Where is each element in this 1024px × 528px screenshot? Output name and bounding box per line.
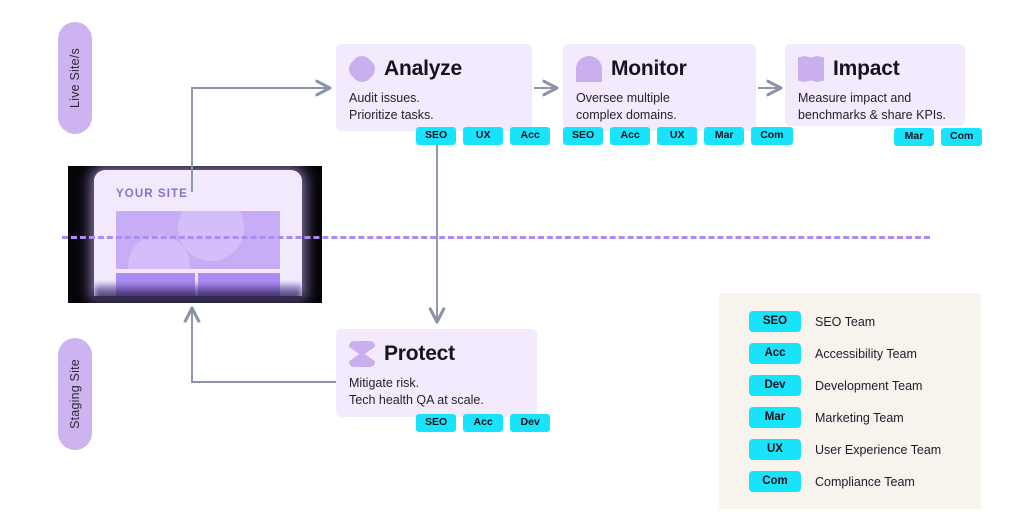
legend-chip: SEO [749,311,801,332]
team-chips-impact: Mar Com [894,128,983,146]
team-chip[interactable]: Mar [894,128,934,146]
legend-row: SEO SEO Team [749,311,875,332]
team-chip[interactable]: Acc [610,127,651,145]
legend-chip: Dev [749,375,801,396]
legend-chip: Mar [749,407,801,428]
card-description-impact: Measure impact and benchmarks & share KP… [798,91,946,122]
arch-icon [576,56,602,82]
card-description-protect: Mitigate risk. Tech health QA at scale. [349,376,484,407]
card-title-analyze: Analyze [384,57,462,80]
team-chip[interactable]: UX [657,127,698,145]
hourglass-icon [349,341,375,367]
legend-chip: Com [749,471,801,492]
arrow-protect-to-site [192,308,336,383]
team-chip[interactable]: Acc [510,127,551,145]
card-title-impact: Impact [833,57,900,80]
legend-chip: UX [749,439,801,460]
legend-row: Acc Accessibility Team [749,343,917,364]
legend-label: Development Team [815,378,923,393]
card-description-analyze: Audit issues. Prioritize tasks. [349,91,434,122]
clover-icon [349,56,375,82]
team-chip[interactable]: SEO [563,127,604,145]
legend-label: Marketing Team [815,410,904,425]
team-chips-monitor: SEO Acc UX Mar Com [563,127,793,145]
team-chip[interactable]: Dev [510,414,551,432]
legend-row: UX User Experience Team [749,439,941,460]
stage-card-analyze[interactable]: Analyze Audit issues. Prioritize tasks. [336,44,532,131]
card-description-monitor: Oversee multiple complex domains. [576,91,677,122]
stage-card-impact[interactable]: Impact Measure impact and benchmarks & s… [785,44,965,126]
card-title-monitor: Monitor [611,57,687,80]
legend-label: Compliance Team [815,474,915,489]
legend-row: Com Compliance Team [749,471,915,492]
team-chip[interactable]: SEO [416,414,457,432]
legend-chip: Acc [749,343,801,364]
card-title-protect: Protect [384,342,455,365]
team-chip[interactable]: Com [751,127,793,145]
diagram-canvas: Live Site/s Staging Site YOUR SITE Analy… [0,0,1024,528]
team-chip[interactable]: SEO [416,127,457,145]
team-chips-protect: SEO Acc Dev [416,414,551,432]
card-header: Protect [336,329,537,367]
legend-row: Mar Marketing Team [749,407,904,428]
stage-card-protect[interactable]: Protect Mitigate risk. Tech health QA at… [336,329,537,417]
arrow-site-to-analyze [191,88,330,192]
team-chips-analyze: SEO UX Acc [416,127,551,145]
card-header: Impact [785,44,965,82]
team-chip[interactable]: Com [941,128,983,146]
legend-label: SEO Team [815,314,876,329]
wave-banner-icon [798,56,824,82]
legend-label: Accessibility Team [815,346,917,361]
legend-label: User Experience Team [815,442,942,457]
stage-card-monitor[interactable]: Monitor Oversee multiple complex domains… [563,44,756,131]
legend-row: Dev Development Team [749,375,922,396]
card-header: Analyze [336,44,532,82]
team-legend-panel: SEO SEO Team Acc Accessibility Team Dev … [719,293,981,509]
team-chip[interactable]: Acc [463,414,504,432]
team-chip[interactable]: UX [463,127,504,145]
team-chip[interactable]: Mar [704,127,745,145]
card-header: Monitor [563,44,756,82]
